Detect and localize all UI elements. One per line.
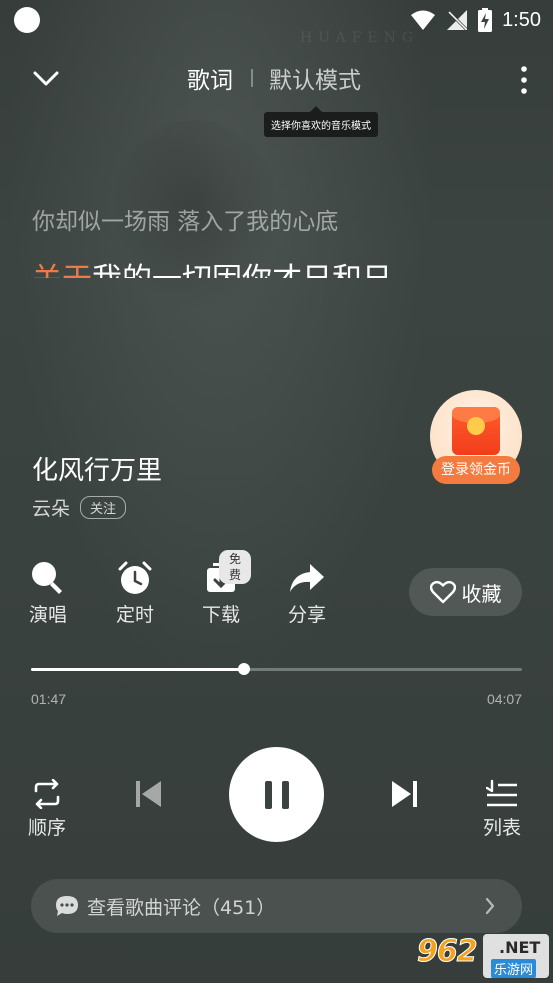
artist-name[interactable]: 云朵 bbox=[32, 494, 70, 521]
collect-button[interactable]: 收藏 bbox=[409, 568, 522, 616]
play-order-label: 顺序 bbox=[28, 817, 67, 839]
playlist-icon bbox=[486, 779, 517, 807]
battery-charging-icon bbox=[478, 8, 493, 32]
notification-dot-icon bbox=[14, 7, 40, 33]
free-badge: 免费 bbox=[219, 550, 251, 584]
logo-domain: .NET bbox=[499, 938, 541, 957]
download-label: 下载 bbox=[201, 604, 240, 626]
current-time: 01:47 bbox=[31, 691, 67, 707]
collect-label: 收藏 bbox=[461, 581, 502, 606]
progress-bar[interactable] bbox=[31, 663, 522, 675]
header-tabs: 歌词 默认模式 bbox=[187, 61, 361, 95]
login-coin-badge[interactable]: 登录领金币 bbox=[430, 390, 522, 484]
song-comments-button[interactable]: 查看歌曲评论（451） bbox=[31, 879, 522, 933]
comments-label: 查看歌曲评论（451） bbox=[87, 896, 276, 919]
pause-icon bbox=[264, 780, 289, 809]
status-icons: 1:50 bbox=[410, 6, 541, 34]
repeat-icon bbox=[34, 779, 60, 809]
artist-row: 云朵 关注 bbox=[32, 494, 127, 521]
player-header: 歌词 默认模式 bbox=[0, 55, 553, 103]
timer-button[interactable]: 定时 bbox=[105, 558, 165, 627]
lyric-line-current: 关于我的一切因你才日和日 bbox=[32, 262, 512, 278]
status-bar: 1:50 bbox=[0, 0, 553, 40]
red-packet-seal bbox=[467, 417, 485, 435]
share-arrow-icon bbox=[277, 558, 337, 598]
lyric-line-current-text: 关于我的一切因你才日和日 bbox=[32, 262, 512, 278]
site-watermark-logo: 962 .NET 乐游网 bbox=[413, 932, 549, 980]
status-time: 1:50 bbox=[502, 8, 541, 31]
microphone-icon bbox=[18, 558, 78, 598]
playlist-label: 列表 bbox=[483, 817, 522, 839]
timer-label: 定时 bbox=[115, 604, 154, 626]
lyric-rest: 我的一切因你才日和日 bbox=[92, 262, 392, 278]
previous-icon[interactable] bbox=[134, 779, 164, 809]
chevron-down-icon[interactable] bbox=[30, 63, 62, 95]
logo-number: 962 bbox=[417, 934, 479, 970]
sing-button[interactable]: 演唱 bbox=[18, 558, 78, 627]
coin-badge-label: 登录领金币 bbox=[432, 456, 520, 484]
download-icon: 免费 bbox=[191, 550, 251, 598]
red-packet-icon bbox=[452, 407, 500, 455]
download-button[interactable]: 免费 下载 bbox=[191, 550, 251, 627]
share-button[interactable]: 分享 bbox=[277, 558, 337, 627]
alarm-clock-icon bbox=[105, 558, 165, 598]
playlist-button[interactable]: 列表 bbox=[483, 779, 521, 840]
logo-subtitle: 乐游网 bbox=[491, 959, 537, 978]
wifi-icon bbox=[411, 10, 436, 30]
progress-fill bbox=[31, 668, 244, 671]
next-icon[interactable] bbox=[389, 779, 419, 809]
tab-default-mode[interactable]: 默认模式 bbox=[269, 61, 361, 95]
total-time: 04:07 bbox=[486, 691, 522, 707]
chevron-right-icon bbox=[485, 897, 495, 915]
mode-tooltip: 选择你喜欢的音乐模式 bbox=[264, 106, 378, 137]
tab-lyrics[interactable]: 歌词 bbox=[187, 61, 233, 95]
play-order-button[interactable]: 顺序 bbox=[28, 779, 66, 840]
heart-outline-icon bbox=[429, 580, 456, 604]
lyric-highlight: 关于 bbox=[32, 262, 92, 278]
tab-divider bbox=[251, 69, 253, 87]
follow-button[interactable]: 关注 bbox=[80, 496, 127, 519]
lyric-line-previous: 你却似一场雨 落入了我的心底 bbox=[32, 209, 339, 235]
pause-button[interactable] bbox=[229, 747, 324, 842]
no-signal-icon bbox=[447, 10, 468, 31]
comment-bubble-icon bbox=[56, 896, 78, 916]
share-label: 分享 bbox=[287, 604, 326, 626]
more-vertical-icon[interactable] bbox=[519, 65, 529, 95]
sing-label: 演唱 bbox=[28, 604, 67, 626]
progress-thumb[interactable] bbox=[237, 663, 250, 675]
song-title: 化风行万里 bbox=[32, 456, 163, 486]
